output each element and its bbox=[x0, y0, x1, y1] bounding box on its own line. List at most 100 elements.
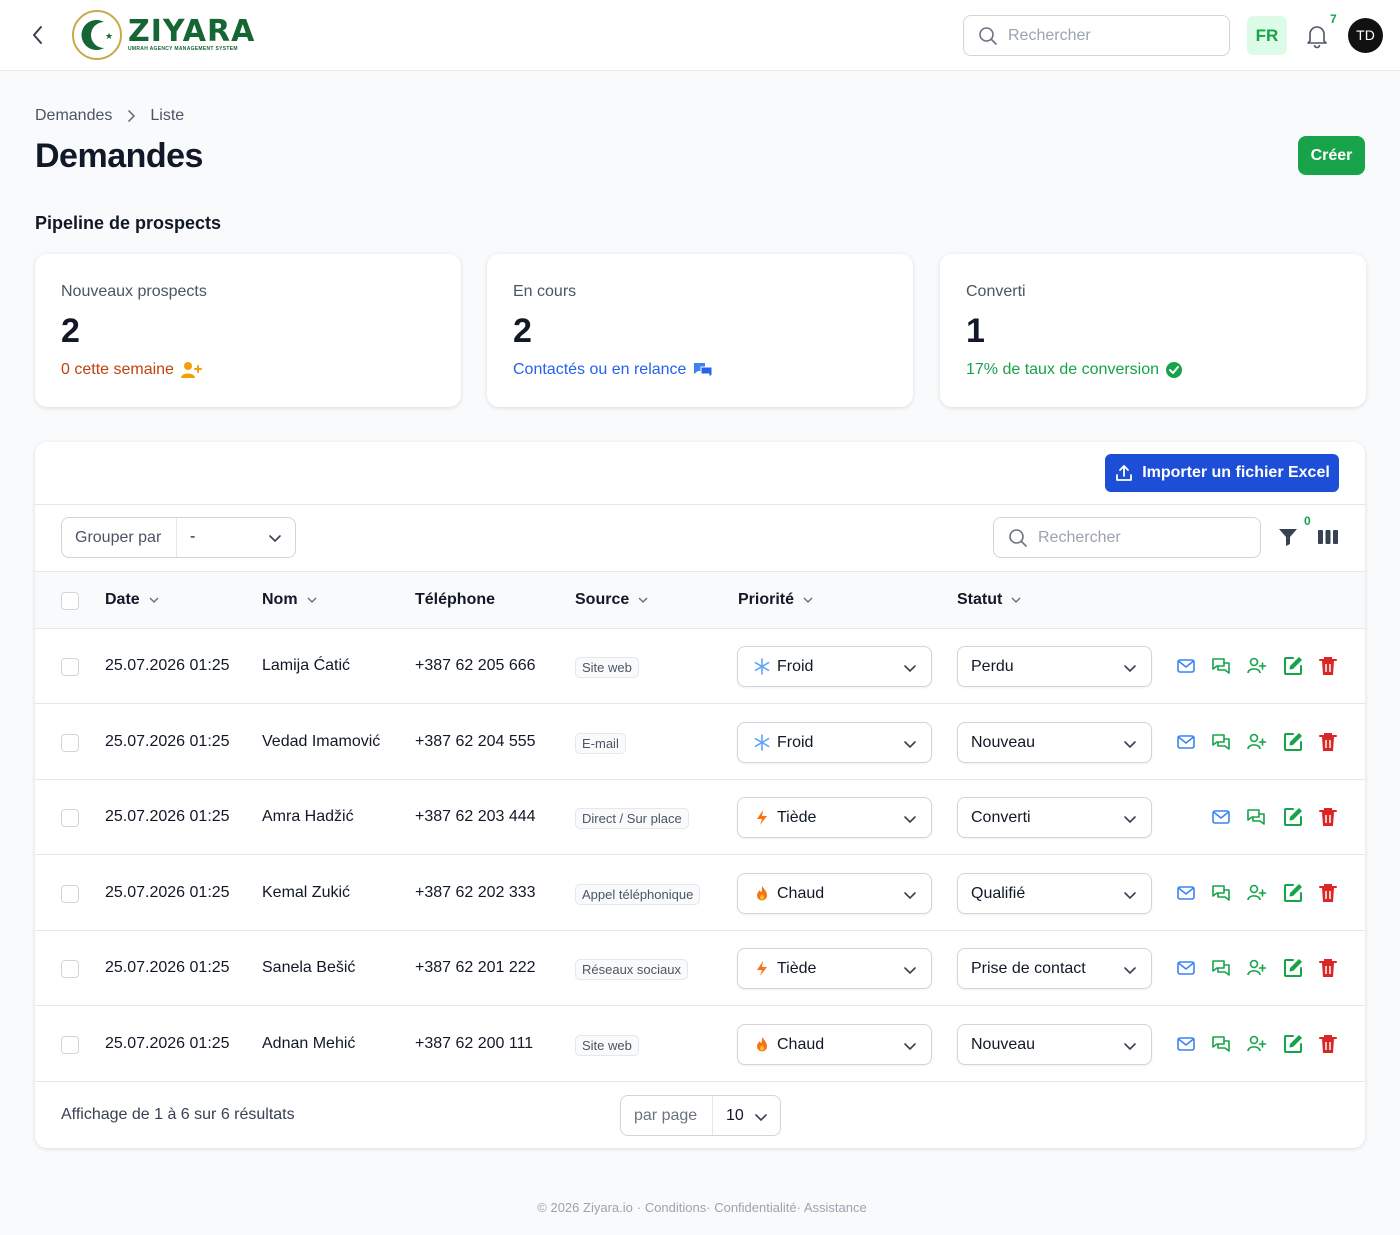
per-page-select[interactable]: par page 10 bbox=[620, 1095, 781, 1136]
convert-client-icon[interactable] bbox=[1245, 882, 1267, 904]
email-icon[interactable] bbox=[1175, 882, 1197, 904]
chevron-down-icon bbox=[149, 597, 159, 604]
delete-icon[interactable] bbox=[1317, 806, 1339, 828]
delete-icon[interactable] bbox=[1317, 731, 1339, 753]
email-icon[interactable] bbox=[1210, 806, 1232, 828]
footer-link-privacy[interactable]: Confidentialité bbox=[714, 1200, 796, 1215]
group-by-select[interactable]: Grouper par - bbox=[61, 517, 296, 558]
priority-select[interactable]: Chaud bbox=[737, 1023, 932, 1065]
column-header-date[interactable]: Date bbox=[105, 591, 160, 609]
convert-client-icon[interactable] bbox=[1245, 1033, 1267, 1055]
create-button[interactable]: Créer bbox=[1298, 136, 1365, 175]
column-header-source[interactable]: Source bbox=[575, 591, 649, 609]
chat-icon[interactable] bbox=[1210, 731, 1232, 753]
priority-select[interactable]: Tiède bbox=[737, 797, 932, 838]
columns-icon[interactable] bbox=[1317, 528, 1339, 546]
status-select[interactable]: Qualifié bbox=[957, 872, 1152, 914]
stat-label: En cours bbox=[513, 283, 577, 300]
phone-cell: +387 62 200 111 bbox=[415, 1034, 534, 1052]
table-row[interactable]: 25.07.2026 01:25 Sanela Bešić +387 62 20… bbox=[35, 931, 1365, 1006]
chat-icon[interactable] bbox=[1210, 655, 1232, 677]
delete-icon[interactable] bbox=[1317, 655, 1339, 677]
pagination-summary: Affichage de 1 à 6 sur 6 résultats bbox=[61, 1106, 295, 1123]
row-checkbox[interactable] bbox=[61, 1035, 79, 1054]
edit-icon[interactable] bbox=[1282, 882, 1304, 904]
global-search-input[interactable] bbox=[1008, 16, 1218, 55]
table-row[interactable]: 25.07.2026 01:25 Kemal Zukić +387 62 202… bbox=[35, 856, 1365, 931]
convert-client-icon[interactable] bbox=[1245, 655, 1267, 677]
table-search-input[interactable] bbox=[1038, 518, 1248, 557]
crescent-logo-icon: ★ bbox=[72, 10, 122, 60]
column-header-priority[interactable]: Priorité bbox=[738, 591, 814, 609]
chevron-down-icon bbox=[904, 1042, 916, 1050]
language-switcher[interactable]: FR bbox=[1247, 16, 1287, 55]
name-cell: Adnan Mehić bbox=[262, 1034, 356, 1052]
breadcrumb-parent-link[interactable]: Demandes bbox=[35, 107, 112, 125]
email-icon[interactable] bbox=[1175, 655, 1197, 677]
filter-icon[interactable] bbox=[1278, 527, 1298, 547]
column-label: Source bbox=[575, 591, 630, 608]
delete-icon[interactable] bbox=[1317, 882, 1339, 904]
table-search[interactable] bbox=[993, 517, 1261, 558]
row-checkbox[interactable] bbox=[61, 733, 79, 752]
priority-select[interactable]: Froid bbox=[737, 721, 932, 763]
leads-table-card: Importer un fichier Excel Grouper par - … bbox=[35, 442, 1365, 1148]
table-row[interactable]: 25.07.2026 01:25 Lamija Ćatić +387 62 20… bbox=[35, 629, 1365, 704]
row-checkbox[interactable] bbox=[61, 809, 79, 827]
footer-link-terms[interactable]: Conditions bbox=[645, 1200, 706, 1215]
status-select[interactable]: Prise de contact bbox=[957, 948, 1152, 989]
footer-link-support[interactable]: Assistance bbox=[804, 1200, 867, 1215]
brand-logo[interactable]: ★ ZIYARA UMRAH AGENCY MANAGEMENT SYSTEM bbox=[72, 10, 262, 62]
edit-icon[interactable] bbox=[1282, 957, 1304, 979]
column-header-name[interactable]: Nom bbox=[262, 591, 318, 609]
divider bbox=[712, 1096, 713, 1135]
table-row[interactable]: 25.07.2026 01:25 Vedad Imamović +387 62 … bbox=[35, 705, 1365, 780]
priority-value: Tiède bbox=[777, 960, 817, 977]
select-all-checkbox[interactable] bbox=[61, 592, 79, 610]
status-select[interactable]: Nouveau bbox=[957, 721, 1152, 763]
table-row[interactable]: 25.07.2026 01:25 Adnan Mehić +387 62 200… bbox=[35, 1007, 1365, 1082]
bell-icon[interactable] bbox=[1303, 22, 1331, 50]
table-row[interactable]: 25.07.2026 01:25 Amra Hadžić +387 62 203… bbox=[35, 780, 1365, 855]
breadcrumb-current: Liste bbox=[150, 107, 185, 124]
priority-value: Tiède bbox=[777, 809, 817, 826]
chat-icon[interactable] bbox=[1210, 957, 1232, 979]
row-checkbox[interactable] bbox=[61, 960, 79, 978]
stat-card-in-progress: En cours 2 Contactés ou en relance bbox=[487, 254, 913, 407]
status-select[interactable]: Converti bbox=[957, 797, 1152, 838]
chat-icon[interactable] bbox=[1210, 882, 1232, 904]
import-excel-button[interactable]: Importer un fichier Excel bbox=[1105, 454, 1339, 492]
delete-icon[interactable] bbox=[1317, 1033, 1339, 1055]
email-icon[interactable] bbox=[1175, 731, 1197, 753]
status-select[interactable]: Nouveau bbox=[957, 1023, 1152, 1065]
per-page-label: par page bbox=[634, 1107, 698, 1124]
search-icon bbox=[1009, 529, 1027, 547]
priority-select[interactable]: Chaud bbox=[737, 872, 932, 914]
date-cell: 25.07.2026 01:25 bbox=[105, 808, 230, 825]
chat-icon[interactable] bbox=[1245, 806, 1267, 828]
row-checkbox[interactable] bbox=[61, 658, 79, 676]
row-checkbox[interactable] bbox=[61, 884, 79, 903]
column-header-status[interactable]: Statut bbox=[957, 591, 1022, 609]
delete-icon[interactable] bbox=[1317, 957, 1339, 979]
priority-select[interactable]: Froid bbox=[737, 646, 932, 687]
back-arrow-icon[interactable] bbox=[26, 22, 50, 48]
email-icon[interactable] bbox=[1175, 957, 1197, 979]
convert-client-icon[interactable] bbox=[1245, 957, 1267, 979]
email-icon[interactable] bbox=[1175, 1033, 1197, 1055]
user-avatar[interactable]: TD bbox=[1348, 18, 1383, 53]
global-search[interactable] bbox=[963, 15, 1230, 56]
edit-icon[interactable] bbox=[1282, 806, 1304, 828]
per-page-value[interactable]: 10 bbox=[726, 1107, 744, 1125]
chat-icon[interactable] bbox=[1210, 1033, 1232, 1055]
stat-description: 0 cette semaine bbox=[61, 361, 202, 379]
edit-icon[interactable] bbox=[1282, 1033, 1304, 1055]
convert-client-icon[interactable] bbox=[1245, 731, 1267, 753]
priority-select[interactable]: Tiède bbox=[737, 948, 932, 989]
status-select[interactable]: Perdu bbox=[957, 646, 1152, 687]
priority-value: Chaud bbox=[777, 1035, 825, 1053]
priority-value: Chaud bbox=[777, 884, 825, 902]
group-by-value[interactable]: - bbox=[190, 528, 195, 546]
edit-icon[interactable] bbox=[1282, 731, 1304, 753]
edit-icon[interactable] bbox=[1282, 655, 1304, 677]
